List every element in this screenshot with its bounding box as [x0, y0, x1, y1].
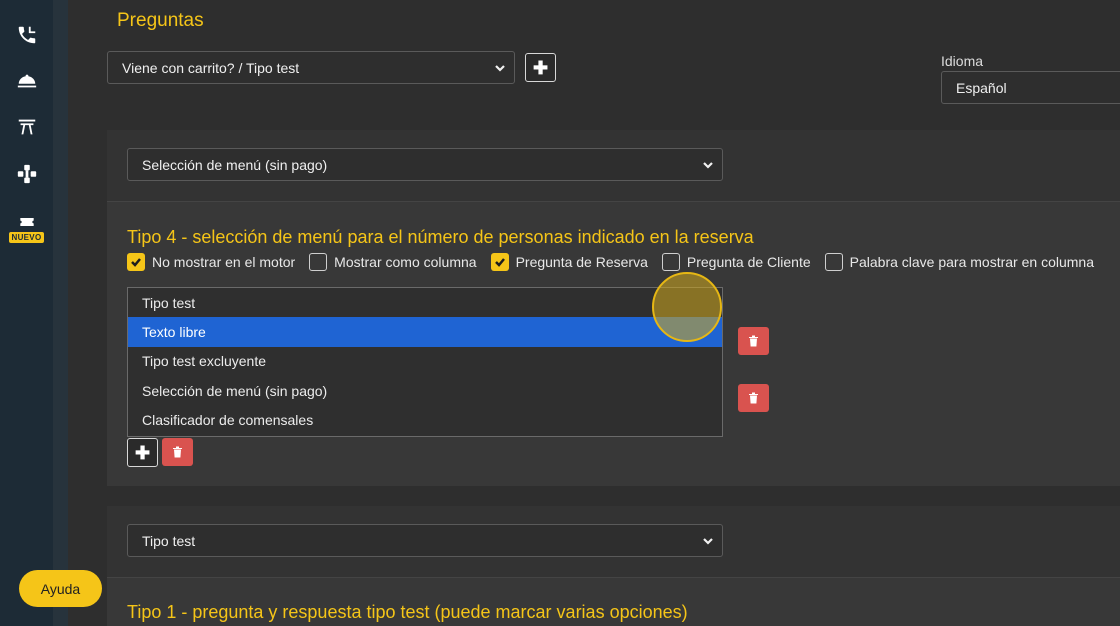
- phone-icon: [18, 26, 35, 44]
- sidebar-item-calls[interactable]: [0, 24, 53, 46]
- sidebar-item-new[interactable]: NUEVO: [0, 214, 53, 243]
- click-indicator: [652, 272, 722, 342]
- checkbox-unchecked-icon: [309, 253, 328, 271]
- sidebar-item-integrations[interactable]: [0, 163, 53, 185]
- plus-icon: ✚: [532, 57, 549, 78]
- checkbox-pregunta-cliente[interactable]: Pregunta de Cliente: [661, 253, 811, 271]
- checkbox-unchecked-icon: [824, 253, 843, 271]
- trash-icon: [749, 392, 758, 404]
- delete-answer-button[interactable]: [738, 384, 769, 412]
- checkbox-checked-icon: [490, 253, 509, 271]
- question-type-dropdown-list[interactable]: Tipo test Texto libre Tipo test excluyen…: [127, 287, 723, 437]
- add-question-button[interactable]: ✚: [525, 53, 556, 82]
- trash-icon: [749, 335, 758, 347]
- add-answer-button[interactable]: ✚: [127, 438, 158, 467]
- main-content: Preguntas Viene con carrito? / Tipo test…: [68, 0, 1120, 626]
- delete-answer-button[interactable]: [738, 327, 769, 355]
- question-type-select[interactable]: Tipo test: [127, 524, 723, 557]
- checkbox-pregunta-reserva[interactable]: Pregunta de Reserva: [490, 253, 648, 271]
- language-label: Idioma: [941, 53, 984, 69]
- checkbox-label: Pregunta de Cliente: [686, 254, 811, 270]
- checkbox-label: Mostrar como columna: [334, 254, 477, 270]
- dropdown-option[interactable]: Tipo test: [128, 288, 722, 317]
- page-title: Preguntas: [117, 10, 204, 31]
- chevron-down-icon: [494, 61, 506, 73]
- chevron-down-icon: [702, 158, 714, 170]
- checkbox-label: Palabra clave para mostrar en columna: [849, 254, 1094, 270]
- puzzle-icon: [17, 164, 36, 184]
- checkbox-no-mostrar-motor[interactable]: No mostrar en el motor: [127, 253, 295, 271]
- question-select[interactable]: Viene con carrito? / Tipo test: [107, 51, 515, 84]
- dropdown-option-selected[interactable]: Texto libre: [128, 317, 722, 347]
- language-select-value: Español: [956, 79, 1007, 96]
- checkbox-mostrar-columna[interactable]: Mostrar como columna: [309, 253, 477, 271]
- cloche-icon: [17, 74, 36, 88]
- sidebar: NUEVO: [0, 0, 53, 626]
- dropdown-option[interactable]: Clasificador de comensales: [128, 405, 722, 434]
- question-title: Tipo 1 - pregunta y respuesta tipo test …: [127, 602, 688, 622]
- question-options: No mostrar en el motor Mostrar como colu…: [127, 253, 1108, 271]
- question-type-value: Tipo test: [142, 532, 196, 549]
- question-title: Tipo 4 - selección de menú para el númer…: [127, 227, 754, 247]
- question-type-select[interactable]: Selección de menú (sin pago): [127, 148, 723, 181]
- dropdown-option[interactable]: Selección de menú (sin pago): [128, 376, 722, 405]
- checkbox-unchecked-icon: [661, 253, 680, 271]
- checkbox-palabra-clave[interactable]: Palabra clave para mostrar en columna: [824, 253, 1094, 271]
- plus-icon: ✚: [134, 442, 151, 463]
- sidebar-item-tables[interactable]: [0, 116, 53, 138]
- ticket-icon: [19, 218, 34, 226]
- sidebar-item-restaurant[interactable]: [0, 70, 53, 92]
- new-badge: NUEVO: [8, 232, 45, 243]
- question-select-value: Viene con carrito? / Tipo test: [122, 59, 300, 76]
- help-button[interactable]: Ayuda: [19, 570, 102, 607]
- dropdown-option[interactable]: Tipo test excluyente: [128, 347, 722, 376]
- delete-question-button[interactable]: [162, 438, 193, 466]
- checkbox-checked-icon: [127, 253, 145, 271]
- sidebar-divider: [53, 0, 68, 626]
- checkbox-label: No mostrar en el motor: [152, 254, 296, 270]
- chevron-down-icon: [702, 534, 714, 546]
- table-icon: [18, 119, 35, 135]
- question-type-value: Selección de menú (sin pago): [142, 156, 328, 173]
- language-select[interactable]: Español: [941, 71, 1120, 104]
- checkbox-label: Pregunta de Reserva: [515, 254, 648, 270]
- trash-icon: [173, 446, 182, 458]
